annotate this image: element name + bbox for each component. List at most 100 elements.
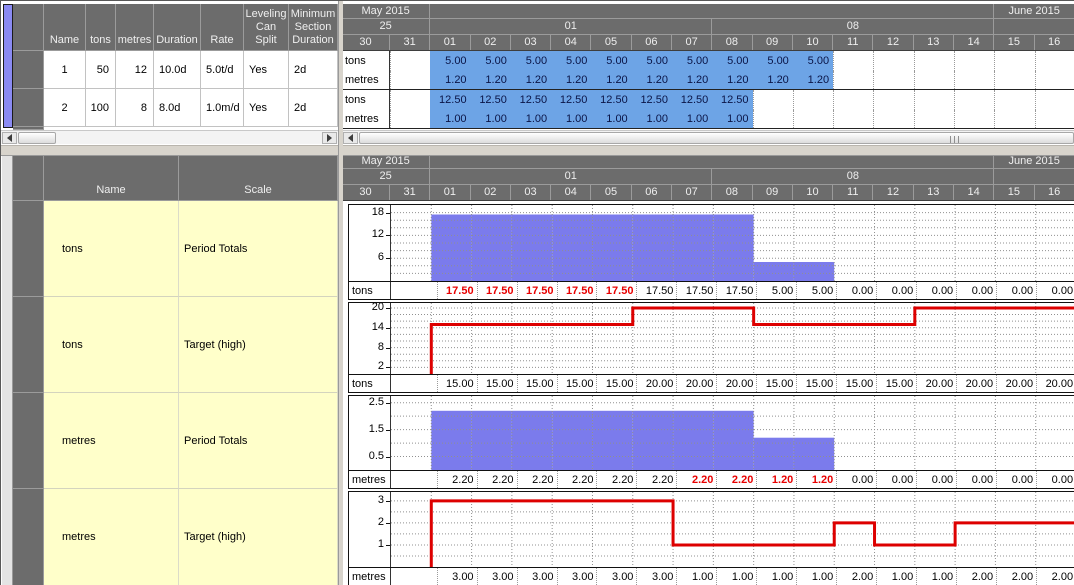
allocation-cell[interactable] — [873, 71, 913, 90]
week-header-cell[interactable] — [994, 19, 1074, 34]
scale-name-cell[interactable]: tons — [44, 297, 179, 393]
day-header-cell[interactable]: 14 — [954, 35, 994, 50]
row-header-cell[interactable] — [13, 89, 44, 127]
resource-cell-leveling_can_split[interactable]: Yes — [244, 51, 289, 89]
scale-type-cell[interactable]: Target (high) — [179, 489, 338, 585]
allocation-cell[interactable]: 5.00 — [712, 51, 752, 71]
resource-cell-name[interactable]: 1 — [44, 51, 86, 89]
day-header-cell[interactable]: 15 — [994, 185, 1034, 200]
allocation-cell[interactable] — [833, 51, 873, 71]
week-header-cell[interactable]: 08 — [712, 169, 994, 184]
allocation-cell[interactable] — [833, 110, 873, 129]
allocation-cell[interactable]: 5.00 — [511, 51, 551, 71]
scale-name-cell[interactable]: tons — [44, 201, 179, 297]
allocation-cell[interactable]: 12.50 — [430, 90, 470, 110]
day-header-cell[interactable]: 05 — [591, 185, 631, 200]
resource-table-row[interactable]: 210088.0d1.0m/dYes2d — [13, 89, 338, 127]
row-header-cell[interactable] — [13, 393, 44, 489]
allocation-cell[interactable]: 1.00 — [511, 110, 551, 129]
allocation-cell[interactable]: 5.00 — [793, 51, 833, 71]
resource-table-row[interactable]: 1501210.0d5.0t/dYes2d — [13, 51, 338, 89]
allocation-cell[interactable] — [954, 71, 994, 90]
month-header-cell[interactable]: June 2015 — [994, 4, 1074, 18]
day-header-cell[interactable]: 16 — [1035, 35, 1074, 50]
day-header-cell[interactable]: 31 — [390, 35, 430, 50]
allocation-cell[interactable]: 5.00 — [430, 51, 470, 71]
selection-bar[interactable] — [3, 4, 13, 128]
day-header-cell[interactable]: 03 — [511, 185, 551, 200]
week-header-cell[interactable] — [994, 169, 1074, 184]
scale-table-row[interactable]: tonsPeriod Totals — [13, 201, 338, 297]
scroll-thumb[interactable] — [18, 132, 56, 144]
allocation-cell[interactable] — [954, 51, 994, 71]
day-header-cell[interactable]: 13 — [914, 185, 954, 200]
scroll-left-arrow[interactable] — [343, 132, 358, 144]
allocation-cell[interactable]: 1.20 — [753, 71, 793, 90]
allocation-cell[interactable]: 5.00 — [471, 51, 511, 71]
week-header-cell[interactable]: 25 — [342, 169, 430, 184]
day-header-cell[interactable]: 04 — [551, 35, 591, 50]
allocation-cell[interactable]: 1.00 — [672, 110, 712, 129]
day-header-cell[interactable]: 07 — [672, 185, 712, 200]
allocation-cell[interactable] — [873, 51, 913, 71]
week-header-cell[interactable]: 01 — [430, 169, 712, 184]
day-header-cell[interactable]: 12 — [873, 185, 913, 200]
allocation-cell[interactable]: 12.50 — [511, 90, 551, 110]
resource-cell-rate[interactable]: 1.0m/d — [201, 89, 244, 127]
day-header-cell[interactable]: 16 — [1035, 185, 1074, 200]
month-header-cell[interactable] — [430, 154, 994, 168]
resource-cell-rate[interactable]: 5.0t/d — [201, 51, 244, 89]
row-header-cell[interactable] — [13, 201, 44, 297]
day-header-cell[interactable]: 30 — [342, 35, 390, 50]
allocation-cell[interactable] — [994, 90, 1034, 110]
scroll-thumb[interactable] — [359, 132, 1074, 144]
allocation-cell[interactable] — [914, 110, 954, 129]
day-header-cell[interactable]: 08 — [712, 35, 752, 50]
allocation-cell[interactable]: 5.00 — [672, 51, 712, 71]
vertical-splitter[interactable] — [338, 1, 343, 585]
resource-cell-metres[interactable]: 8 — [116, 89, 154, 127]
allocation-cell[interactable] — [914, 90, 954, 110]
day-header-cell[interactable]: 02 — [471, 185, 511, 200]
resource-cell-tons[interactable]: 50 — [86, 51, 116, 89]
resource-cell-minimum_section_duration[interactable]: 2d — [289, 89, 338, 127]
allocation-cell[interactable]: 12.50 — [551, 90, 591, 110]
allocation-cell[interactable] — [833, 71, 873, 90]
column-header-name[interactable]: Name — [44, 154, 179, 201]
allocation-cell[interactable] — [994, 71, 1034, 90]
scale-name-cell[interactable]: metres — [44, 393, 179, 489]
allocation-cell[interactable] — [390, 90, 430, 110]
scale-table-row[interactable]: metresTarget (high) — [13, 489, 338, 585]
allocation-cell[interactable]: 12.50 — [672, 90, 712, 110]
resource-cell-name[interactable]: 2 — [44, 89, 86, 127]
allocation-cell[interactable]: 1.20 — [793, 71, 833, 90]
resource-cell-leveling_can_split[interactable]: Yes — [244, 89, 289, 127]
day-header-cell[interactable]: 11 — [833, 185, 873, 200]
scale-type-cell[interactable]: Period Totals — [179, 393, 338, 489]
day-header-cell[interactable]: 11 — [833, 35, 873, 50]
allocation-cell[interactable] — [833, 90, 873, 110]
allocation-cell[interactable] — [954, 90, 994, 110]
week-header-cell[interactable]: 08 — [712, 19, 994, 34]
day-header-cell[interactable]: 05 — [591, 35, 631, 50]
allocation-cell[interactable] — [793, 90, 833, 110]
column-header-metres[interactable]: metres — [116, 4, 154, 51]
day-header-cell[interactable]: 03 — [511, 35, 551, 50]
day-header-cell[interactable]: 15 — [994, 35, 1034, 50]
allocation-cell[interactable] — [793, 110, 833, 129]
scale-type-cell[interactable]: Target (high) — [179, 297, 338, 393]
allocation-cell[interactable]: 12.50 — [471, 90, 511, 110]
horizontal-splitter[interactable] — [1, 145, 1074, 156]
allocation-cell[interactable] — [753, 90, 793, 110]
resource-cell-duration[interactable]: 10.0d — [154, 51, 201, 89]
day-header-cell[interactable]: 06 — [632, 35, 672, 50]
allocation-cell[interactable]: 1.20 — [551, 71, 591, 90]
scroll-right-arrow[interactable] — [322, 132, 337, 144]
allocation-cell[interactable] — [1035, 71, 1074, 90]
allocation-cell[interactable]: 12.50 — [591, 90, 631, 110]
allocation-cell[interactable] — [954, 110, 994, 129]
allocation-cell[interactable]: 5.00 — [551, 51, 591, 71]
scale-name-cell[interactable]: metres — [44, 489, 179, 585]
allocation-cell[interactable]: 1.20 — [471, 71, 511, 90]
day-header-cell[interactable]: 07 — [672, 35, 712, 50]
